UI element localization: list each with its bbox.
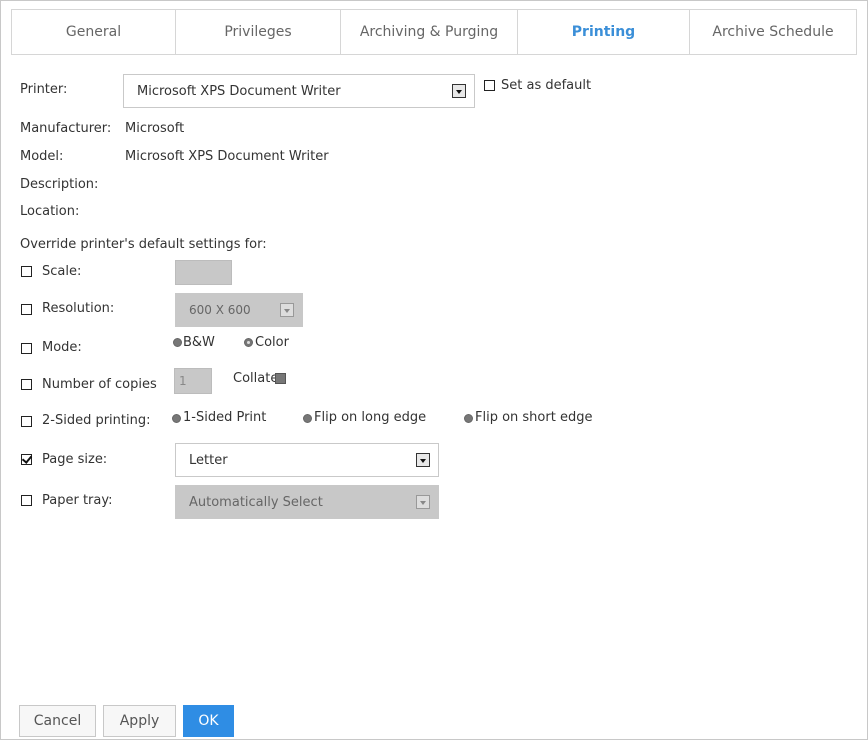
mode-bw-label: B&W	[183, 335, 215, 350]
page-size-select[interactable]: Letter	[175, 443, 439, 477]
location-label: Location:	[20, 204, 80, 219]
two-sided-label: 2-Sided printing:	[42, 413, 151, 428]
collate-label: Collate	[233, 371, 279, 386]
copies-checkbox[interactable]	[21, 379, 32, 390]
cancel-button[interactable]: Cancel	[19, 705, 96, 737]
tab-archiving-purging[interactable]: Archiving & Purging	[341, 10, 518, 54]
mode-bw-radio[interactable]	[173, 338, 182, 347]
flip-long-edge-radio[interactable]	[303, 414, 312, 423]
resolution-label: Resolution:	[42, 301, 115, 316]
one-sided-label: 1-Sided Print	[183, 410, 267, 425]
set-as-default-label: Set as default	[501, 78, 592, 93]
manufacturer-value: Microsoft	[125, 121, 185, 136]
paper-tray-checkbox[interactable]	[21, 495, 32, 506]
resolution-select[interactable]: 600 X 600	[175, 293, 303, 327]
copies-input[interactable]: 1	[174, 368, 212, 394]
tab-printing[interactable]: Printing	[518, 10, 690, 54]
model-value: Microsoft XPS Document Writer	[125, 149, 329, 164]
copies-label: Number of copies	[42, 377, 157, 392]
paper-tray-select-value: Automatically Select	[189, 494, 323, 510]
chevron-down-icon[interactable]	[452, 84, 466, 98]
mode-color-label: Color	[255, 335, 289, 350]
printer-select[interactable]: Microsoft XPS Document Writer	[123, 74, 475, 108]
tab-privileges[interactable]: Privileges	[176, 10, 341, 54]
printer-label: Printer:	[20, 82, 68, 97]
apply-button[interactable]: Apply	[103, 705, 176, 737]
mode-color-radio[interactable]	[244, 338, 253, 347]
resolution-select-value: 600 X 600	[189, 303, 251, 317]
chevron-down-icon[interactable]	[280, 303, 294, 317]
manufacturer-label: Manufacturer:	[20, 121, 112, 136]
model-label: Model:	[20, 149, 64, 164]
printer-select-value: Microsoft XPS Document Writer	[137, 83, 341, 99]
tab-general[interactable]: General	[12, 10, 176, 54]
resolution-checkbox[interactable]	[21, 304, 32, 315]
two-sided-checkbox[interactable]	[21, 416, 32, 427]
printing-settings-dialog: General Privileges Archiving & Purging P…	[0, 0, 868, 740]
set-as-default-checkbox[interactable]	[484, 80, 495, 91]
scale-checkbox[interactable]	[21, 266, 32, 277]
paper-tray-label: Paper tray:	[42, 493, 113, 508]
description-label: Description:	[20, 177, 99, 192]
chevron-down-icon[interactable]	[416, 495, 430, 509]
flip-long-edge-label: Flip on long edge	[314, 410, 427, 425]
one-sided-radio[interactable]	[172, 414, 181, 423]
ok-button[interactable]: OK	[183, 705, 234, 737]
scale-input[interactable]	[175, 260, 232, 285]
flip-short-edge-label: Flip on short edge	[475, 410, 593, 425]
tab-bar: General Privileges Archiving & Purging P…	[11, 9, 857, 55]
scale-label: Scale:	[42, 264, 82, 279]
override-heading: Override printer's default settings for:	[20, 237, 267, 252]
page-size-label: Page size:	[42, 452, 108, 467]
flip-short-edge-radio[interactable]	[464, 414, 473, 423]
mode-label: Mode:	[42, 340, 82, 355]
mode-checkbox[interactable]	[21, 343, 32, 354]
collate-checkbox[interactable]	[275, 373, 286, 384]
chevron-down-icon[interactable]	[416, 453, 430, 467]
page-size-select-value: Letter	[189, 452, 228, 468]
paper-tray-select[interactable]: Automatically Select	[175, 485, 439, 519]
page-size-checkbox[interactable]	[21, 454, 32, 465]
tab-archive-schedule[interactable]: Archive Schedule	[690, 10, 856, 54]
